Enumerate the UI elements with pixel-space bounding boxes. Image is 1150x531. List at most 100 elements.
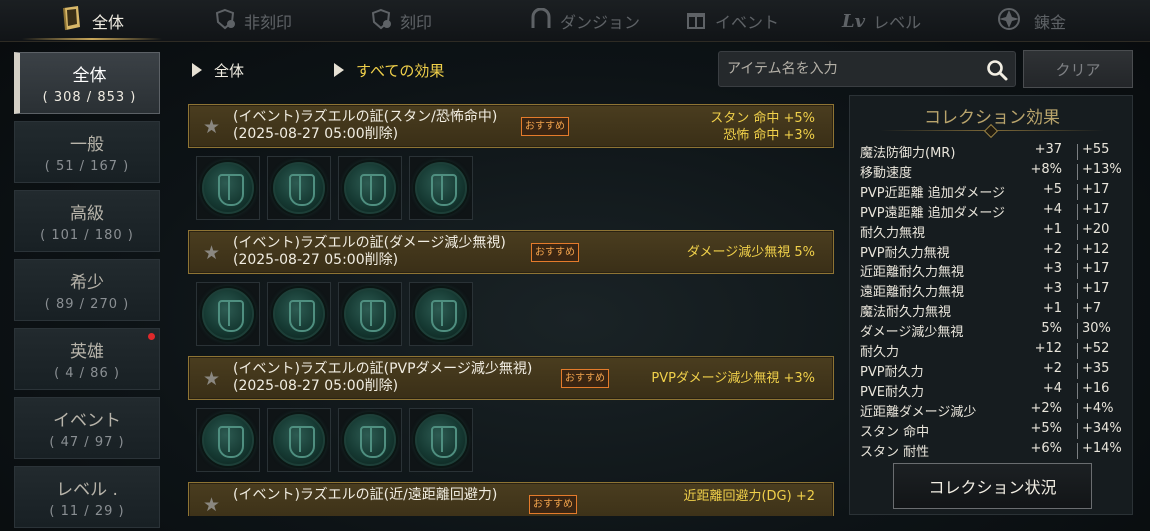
sidebar-item-label: 希少: [70, 273, 104, 293]
stat-max-value: +17: [1082, 261, 1110, 277]
sidebar-item-count: ( 11 / 29 ): [49, 504, 125, 519]
collection-header[interactable]: ★ (イベント)ラズエルの証(PVPダメージ減少無視) (2025-08-27 …: [188, 356, 834, 400]
collection-effects-panel[interactable]: コレクション効果 魔法防御力(MR) +37 +55 移動速度 +8% +13% PVP近距…: [849, 95, 1133, 515]
sidebar-item-rare[interactable]: 希少 ( 89 / 270 ): [14, 259, 160, 321]
stat-name: 近距離耐久力無視: [860, 265, 965, 281]
sidebar-item-level[interactable]: レベル . ( 11 / 29 ): [14, 466, 160, 528]
effect-filter-dropdown[interactable]: すべての効果: [334, 58, 444, 82]
item-slot[interactable]: [196, 156, 260, 220]
stat-row: PVP耐久力 +2 +35: [860, 361, 1128, 381]
collection-deadline: (2025-08-27 05:00削除): [233, 378, 399, 394]
shield-emblem-icon: [273, 414, 325, 466]
collection-effects: PVPダメージ減少無視 +3%: [651, 370, 815, 387]
tab-event[interactable]: イベント: [685, 0, 779, 42]
stat-value: +1: [1042, 301, 1062, 317]
stat-row: スタン 命中 +5% +34%: [860, 421, 1128, 441]
gate-icon: [530, 7, 552, 35]
item-slot[interactable]: [409, 282, 473, 346]
recommended-badge: おすすめ: [531, 243, 579, 262]
collection-status-button[interactable]: コレクション状況: [893, 463, 1092, 509]
lv-icon: Lv: [842, 10, 866, 32]
item-slot[interactable]: [267, 408, 331, 472]
stat-separator: [1077, 223, 1078, 240]
collection-list[interactable]: ★ (イベント)ラズエルの証(スタン/恐怖命中) (2025-08-27 05:…: [180, 96, 840, 516]
shield-emblem-icon: [415, 414, 467, 466]
tab-label: 刻印: [400, 13, 433, 32]
sidebar-item-all[interactable]: 全体 ( 308 / 853 ): [14, 52, 160, 114]
collection-header[interactable]: ★ (イベント)ラズエルの証(ダメージ減少無視) (2025-08-27 05:…: [188, 230, 834, 274]
stat-row: 近距離耐久力無視 +3 +17: [860, 261, 1128, 281]
search-input[interactable]: [719, 52, 979, 86]
category-filter-dropdown[interactable]: 全体: [192, 58, 244, 82]
collection-title: (イベント)ラズエルの証(ダメージ減少無視): [233, 235, 506, 251]
collection-effects: ダメージ減少無視 5%: [687, 244, 815, 261]
collection-title-block: (イベント)ラズエルの証(ダメージ減少無視) (2025-08-27 05:00…: [233, 235, 506, 269]
star-icon[interactable]: ★: [203, 116, 220, 138]
collection-header[interactable]: ★ (イベント)ラズエルの証(スタン/恐怖命中) (2025-08-27 05:…: [188, 104, 834, 148]
item-slot[interactable]: [267, 282, 331, 346]
shield-emblem-icon: [415, 288, 467, 340]
collection-header[interactable]: ★ (イベント)ラズエルの証(近/遠距離回避力) おすすめ 近距離回避力(DG)…: [188, 482, 834, 516]
collection-title-block: (イベント)ラズエルの証(スタン/恐怖命中) (2025-08-27 05:00…: [233, 109, 497, 143]
tab-non-engraved[interactable]: 非刻印: [214, 0, 292, 42]
sidebar-item-count: ( 4 / 86 ): [54, 366, 120, 381]
shield-emblem-icon: [415, 162, 467, 214]
search-icon[interactable]: [985, 58, 1009, 82]
stat-separator: [1077, 382, 1078, 399]
sidebar-item-event[interactable]: イベント ( 47 / 97 ): [14, 397, 160, 459]
item-slot[interactable]: [409, 408, 473, 472]
stat-name: 耐久力無視: [860, 225, 926, 241]
stat-separator: [1077, 283, 1078, 300]
stat-row: 耐久力 +12 +52: [860, 341, 1128, 361]
stat-max-value: +35: [1082, 360, 1110, 376]
sidebar-item-normal[interactable]: 一般 ( 51 / 167 ): [14, 121, 160, 183]
sidebar-item-heroic[interactable]: 英雄 ( 4 / 86 ): [14, 328, 160, 390]
stat-value: +3: [1042, 261, 1062, 277]
stat-separator: [1077, 263, 1078, 280]
star-icon[interactable]: ★: [203, 494, 220, 516]
sidebar-item-label: 一般: [70, 135, 104, 155]
star-icon[interactable]: ★: [203, 368, 220, 390]
collection-effects: 近距離回避力(DG) +2: [683, 488, 815, 505]
item-slot[interactable]: [196, 282, 260, 346]
sidebar-item-count: ( 101 / 180 ): [40, 228, 134, 243]
stat-row: PVP遠距離 追加ダメージ +4 +17: [860, 202, 1128, 222]
stat-separator: [1077, 402, 1078, 419]
tab-dungeon[interactable]: ダンジョン: [530, 0, 640, 42]
stat-value: +5%: [1030, 420, 1062, 436]
collection-deadline: (2025-08-27 05:00削除): [233, 126, 399, 142]
item-slot[interactable]: [196, 408, 260, 472]
recommended-badge: おすすめ: [529, 495, 577, 514]
item-slot[interactable]: [267, 156, 331, 220]
stat-row: 魔法耐久力無視 +1 +7: [860, 301, 1128, 321]
tab-all[interactable]: 全体: [60, 0, 124, 42]
star-icon[interactable]: ★: [203, 242, 220, 264]
stat-name: 魔法耐久力無視: [860, 305, 952, 321]
tab-label: ダンジョン: [560, 13, 641, 32]
item-slot[interactable]: [409, 156, 473, 220]
tab-label: レベル: [873, 13, 922, 32]
effect-filter-label: すべての効果: [356, 61, 445, 80]
tab-level[interactable]: Lv レベル: [842, 0, 921, 42]
stat-name: 遠距離耐久力無視: [860, 285, 965, 301]
active-tab-underline: [22, 38, 162, 40]
recommended-badge: おすすめ: [561, 369, 609, 388]
tab-label: 全体: [92, 13, 125, 32]
stat-separator: [1077, 163, 1078, 180]
effect-line: ダメージ減少無視 5%: [686, 245, 815, 260]
stat-value: +3: [1042, 281, 1062, 297]
item-slot[interactable]: [338, 156, 402, 220]
stat-name: スタン 耐性: [860, 444, 930, 460]
clear-button[interactable]: クリア: [1023, 50, 1133, 88]
tab-engraved[interactable]: 刻印: [370, 0, 432, 42]
stat-value: +2%: [1030, 400, 1062, 416]
stat-value: 5%: [1041, 321, 1062, 337]
item-slots: [196, 408, 473, 472]
recommended-badge: おすすめ: [521, 117, 569, 136]
stat-max-value: +55: [1082, 142, 1110, 157]
tab-alchemy[interactable]: 錬金: [996, 0, 1066, 42]
effect-line: 恐怖 命中 +3%: [723, 128, 815, 143]
item-slot[interactable]: [338, 282, 402, 346]
item-slot[interactable]: [338, 408, 402, 472]
sidebar-item-advanced[interactable]: 高級 ( 101 / 180 ): [14, 190, 160, 252]
